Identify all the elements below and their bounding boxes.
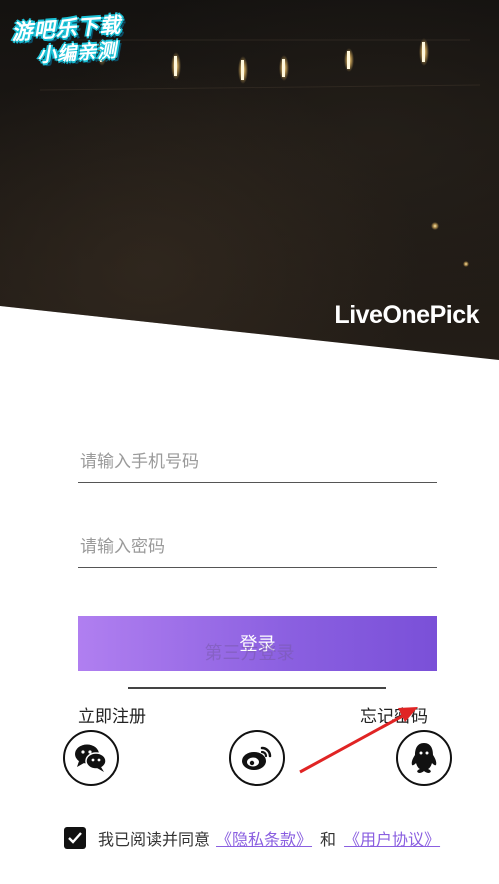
phone-field [78,442,437,483]
agreement-row: 我已阅读并同意 《隐私条款》 和 《用户协议》 [64,826,440,850]
phone-input[interactable] [78,452,437,472]
divider [128,687,386,689]
third-party-login-label: 第三方登录 [204,643,295,664]
terms-link[interactable]: 《用户协议》 [344,826,440,850]
agreement-checkbox[interactable] [64,827,86,849]
weibo-login-button[interactable] [229,730,285,786]
weibo-icon [242,746,272,770]
agreement-conjunction: 和 [320,830,337,849]
wechat-login-button[interactable] [63,730,119,786]
brand-logo: LiveOnePick [334,301,479,329]
password-field [78,527,437,568]
password-input[interactable] [78,537,437,557]
forgot-password-link[interactable]: 忘记密码 [360,702,428,727]
wechat-icon [75,744,107,772]
agreement-text: 我已阅读并同意 [98,830,211,849]
privacy-link[interactable]: 《隐私条款》 [216,826,312,850]
register-link[interactable]: 立即注册 [78,702,146,727]
qq-icon [411,743,437,773]
watermark-logo: 游吧乐下载 小编亲测 [6,5,149,69]
qq-login-button[interactable] [396,730,452,786]
watermark-line2: 小编亲测 [36,39,118,67]
check-icon [68,832,82,844]
